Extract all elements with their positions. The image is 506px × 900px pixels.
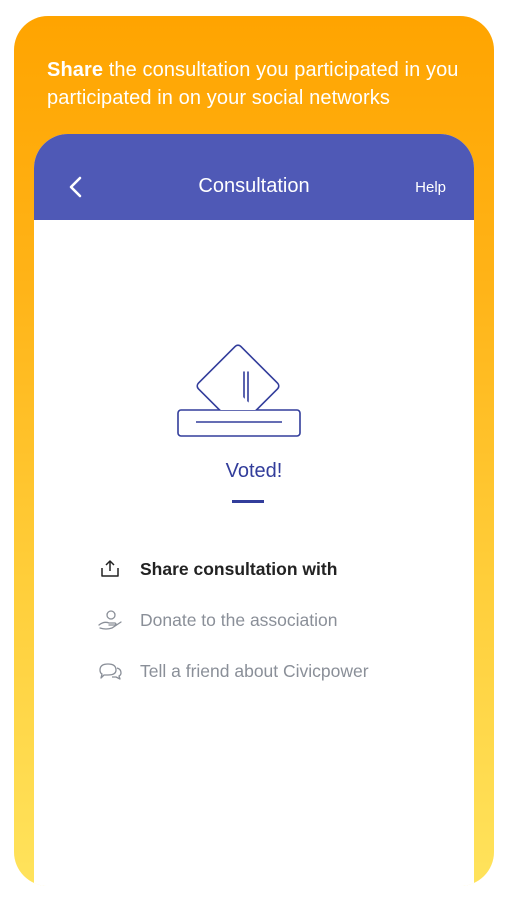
ballot-box-icon <box>177 344 301 437</box>
help-button[interactable]: Help <box>415 179 446 196</box>
share-icon <box>96 557 124 581</box>
promo-frame: Share the consultation you participated … <box>14 16 494 886</box>
share-consultation-label: Share consultation with <box>140 558 338 579</box>
promo-caption-bold: Share <box>47 59 104 81</box>
phone-screen: Consultation Help Voted! Share consultat… <box>34 134 474 886</box>
page-title: Consultation <box>198 175 310 197</box>
donate-hand-icon <box>96 608 124 632</box>
voted-status-label: Voted! <box>225 460 283 482</box>
app-header: Consultation Help <box>34 134 474 220</box>
share-consultation-button[interactable]: Share consultation with <box>96 554 337 584</box>
tell-a-friend-button[interactable]: Tell a friend about Civicpower <box>96 656 369 686</box>
chat-bubbles-icon <box>96 659 124 683</box>
promo-caption-text: the consultation you participated in you… <box>47 59 459 109</box>
tell-a-friend-label: Tell a friend about Civicpower <box>140 660 369 681</box>
content-area: Voted! Share consultation with Donate to… <box>34 220 474 886</box>
donate-button[interactable]: Donate to the association <box>96 605 338 635</box>
donate-label: Donate to the association <box>140 609 338 630</box>
voted-underline <box>232 500 264 503</box>
promo-caption: Share the consultation you participated … <box>47 56 467 112</box>
